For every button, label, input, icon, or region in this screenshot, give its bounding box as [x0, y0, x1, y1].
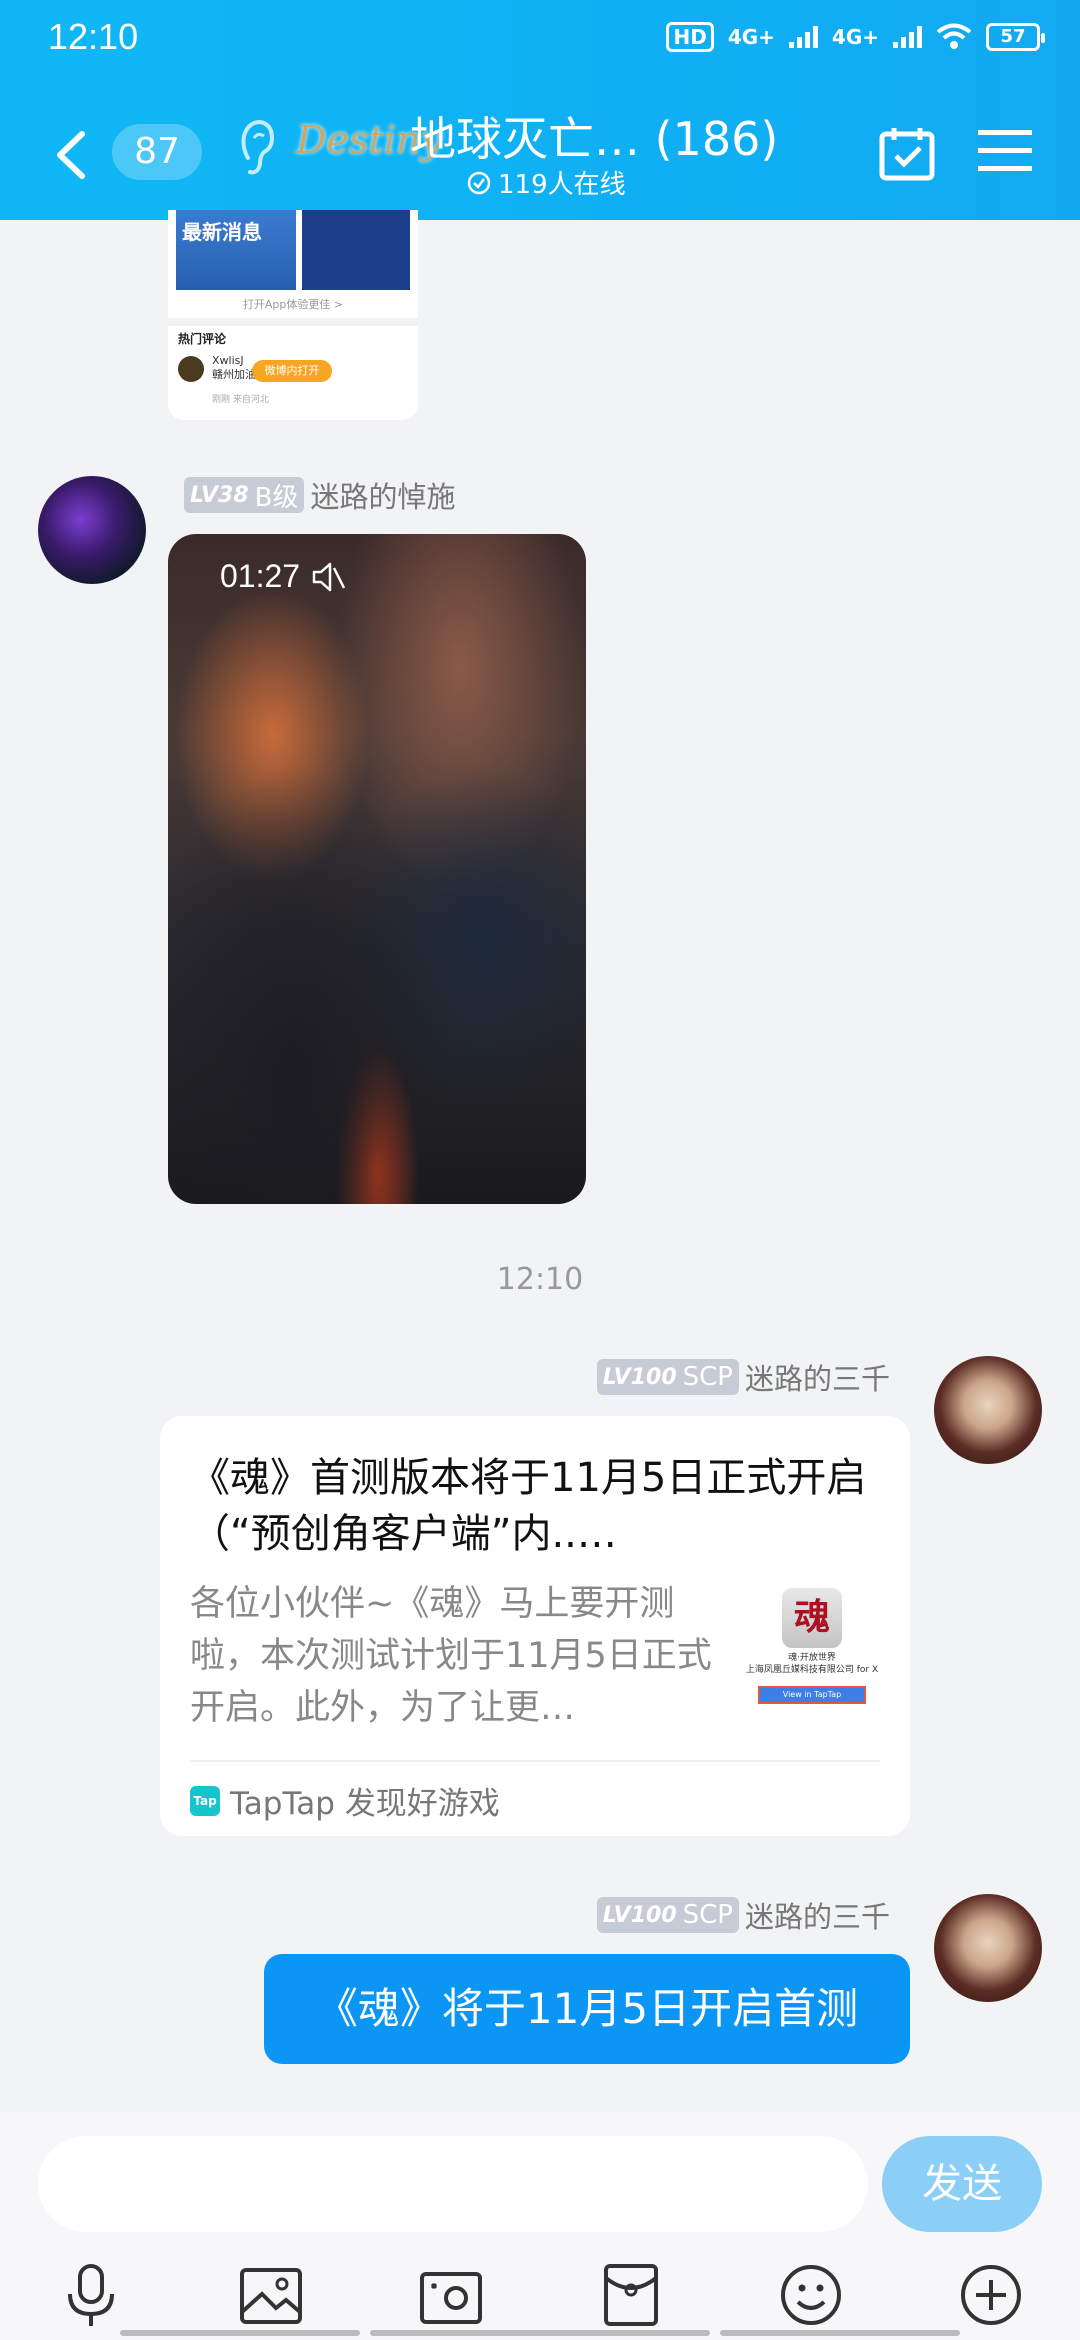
commenter-info: XwlisJ 赣州加油 [212, 354, 256, 382]
status-time: 12:10 [48, 16, 139, 57]
text-message-bubble[interactable]: 《魂》将于11月5日开启首测 [264, 1954, 910, 2064]
group-title[interactable]: 地球灭亡… (186) [410, 106, 778, 172]
sender-nameline: LV100 SCP 迷路的三千 [596, 1894, 890, 1936]
card-thumbnail: 魂 魂·开放世界上海凤凰丘媒科技有限公司 for X View in TapTa… [742, 1586, 882, 1706]
commenter-name: XwlisJ [212, 354, 244, 367]
red-packet-icon[interactable] [598, 2262, 664, 2328]
game-icon: 魂 [782, 1588, 842, 1648]
camera-icon[interactable] [418, 2262, 484, 2328]
status-icons: HD 4G+ 4G+ 57 [666, 22, 1045, 52]
back-icon[interactable] [52, 130, 92, 180]
level-title: B级 [254, 482, 299, 513]
menu-icon[interactable] [978, 128, 1032, 174]
sender-nameline: LV38 B级 迷路的悼施 [184, 474, 456, 516]
battery-icon: 57 [986, 23, 1045, 51]
ear-icon[interactable] [236, 118, 276, 178]
thumbnail-title: 魂·开放世界 [788, 1653, 836, 1663]
thumbnail-company: 上海凤凰丘媒科技有限公司 for X [745, 1665, 879, 1675]
online-status: 119人在线 [466, 164, 626, 201]
card-source: Tap TapTap 发现好游戏 [190, 1778, 500, 1823]
level-badge: LV38 B级 [184, 477, 305, 513]
open-in-weibo-button[interactable]: 微博内打开 [252, 360, 332, 382]
taptap-share-card[interactable]: 《魂》首测版本将于11月5日正式开启（“预创角客户端”内..… 各位小伙伴~《魂… [160, 1416, 910, 1836]
unread-count-badge[interactable]: 87 [112, 124, 202, 180]
check-circle-icon [467, 171, 491, 194]
hot-comments-label: 热门评论 [178, 332, 227, 346]
sender-avatar[interactable] [38, 476, 146, 584]
signal-icon [788, 26, 818, 48]
thumbnail-text: 魂·开放世界上海凤凰丘媒科技有限公司 for X [742, 1652, 882, 1676]
banner-image [302, 210, 410, 290]
online-count: 119人在线 [498, 170, 626, 200]
commenter-text: 赣州加油 [212, 368, 256, 381]
card-title: 《魂》首测版本将于11月5日正式开启（“预创角客户端”内..… [190, 1455, 867, 1557]
image-icon[interactable] [238, 2262, 304, 2328]
video-duration: 01:27 [220, 558, 346, 595]
level-title: SCP [682, 1900, 733, 1930]
sender-name[interactable]: 迷路的三千 [745, 1894, 890, 1936]
input-area: 发送 [0, 2112, 1080, 2340]
mute-icon[interactable] [312, 562, 346, 592]
sender-name[interactable]: 迷路的三千 [745, 1356, 890, 1398]
home-indicator [370, 2330, 710, 2336]
network-label-1: 4G+ [727, 25, 775, 49]
calendar-check-icon[interactable] [878, 124, 936, 182]
divider [168, 318, 418, 326]
sender-name[interactable]: 迷路的悼施 [310, 474, 455, 516]
level-badge: LV100 SCP [596, 1359, 739, 1395]
level-number: LV100 [602, 1902, 677, 1928]
plus-icon[interactable] [958, 2262, 1024, 2328]
card-description: 各位小伙伴~《魂》马上要开测啦，本次测试计划于11月5日正式开启。此外，为了让更… [190, 1584, 712, 1728]
microphone-icon[interactable] [58, 2262, 124, 2328]
message-input[interactable] [38, 2136, 868, 2232]
home-indicator [720, 2330, 960, 2336]
nav-bar: 87 Destiny 地球灭亡… (186) 119人在线 [0, 100, 1080, 210]
input-toolbar [0, 2262, 1080, 2332]
chat-header: 12:10 HD 4G+ 4G+ 57 87 Destiny 地球灭亡… (18… [0, 0, 1080, 220]
sender-avatar[interactable] [934, 1894, 1042, 2002]
status-bar: 12:10 HD 4G+ 4G+ 57 [0, 0, 1080, 80]
card-banner: 最新消息 [176, 210, 410, 290]
comment-time: 刚刚 来自河北 [212, 395, 269, 405]
banner-text: 最新消息 [176, 210, 296, 290]
hd-icon: HD [666, 22, 714, 52]
sender-avatar[interactable] [934, 1356, 1042, 1464]
divider [190, 1760, 880, 1762]
sender-nameline: LV100 SCP 迷路的三千 [596, 1356, 890, 1398]
level-number: LV100 [602, 1364, 677, 1390]
level-badge: LV100 SCP [596, 1897, 739, 1933]
commenter-avatar [178, 356, 204, 382]
send-button[interactable]: 发送 [882, 2136, 1042, 2232]
video-duration-text: 01:27 [220, 558, 301, 594]
message-timestamp: 12:10 [496, 1262, 584, 1297]
taptap-icon: Tap [190, 1785, 220, 1816]
signal-icon-2 [893, 26, 922, 48]
card-source-label: TapTap 发现好游戏 [230, 1786, 500, 1822]
open-app-link[interactable]: 打开App体验更佳 > [168, 296, 418, 312]
wifi-icon [936, 23, 972, 49]
thumbnail-view-button: View in TapTap [758, 1686, 866, 1704]
network-label-2: 4G+ [831, 25, 879, 49]
weibo-share-card[interactable]: 最新消息 打开App体验更佳 > 热门评论 XwlisJ 赣州加油 微博内打开 刚… [168, 210, 418, 420]
level-title: SCP [682, 1362, 733, 1392]
level-number: LV38 [190, 482, 249, 508]
home-indicator [120, 2330, 360, 2336]
emoji-icon[interactable] [778, 2262, 844, 2328]
video-message[interactable]: 01:27 [168, 534, 586, 1204]
group-logo: Destiny [296, 118, 442, 162]
